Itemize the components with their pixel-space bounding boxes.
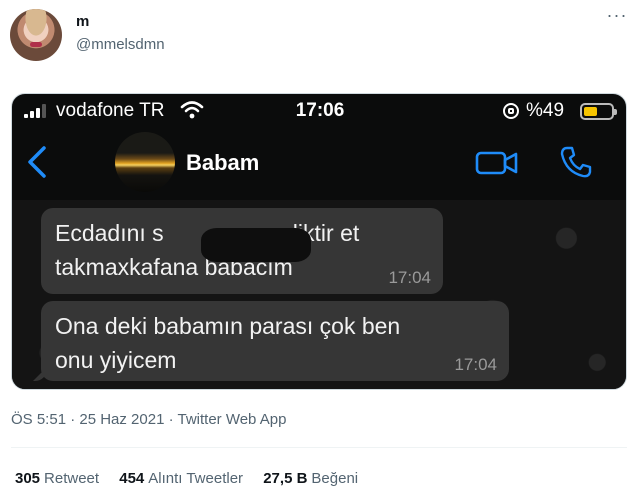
attached-image[interactable]: vodafone TR 17:06 %49 Babam Ecdadını s o…	[11, 93, 627, 390]
message-text-line: onu yiyicem	[55, 347, 177, 373]
avatar[interactable]	[10, 9, 62, 61]
back-chevron-icon[interactable]	[22, 144, 52, 180]
contact-name[interactable]: Babam	[186, 150, 259, 176]
battery-fill	[584, 107, 597, 116]
orientation-lock-icon	[503, 103, 519, 119]
more-options-icon[interactable]: ···	[606, 6, 628, 28]
message-time: 17:04	[454, 355, 497, 374]
divider	[11, 447, 627, 448]
censor-blot	[201, 228, 311, 262]
message-bubble[interactable]: Ona deki babamın parası çok ben onu yiyi…	[41, 301, 509, 381]
stat-count: 454	[119, 470, 145, 487]
message-time: 17:04	[388, 268, 431, 287]
like-count[interactable]: 27,5 B Beğeni	[263, 470, 358, 487]
tweet-timestamp[interactable]: ÖS 5:51 · 25 Haz 2021 · Twitter Web App	[11, 411, 286, 428]
contact-avatar[interactable]	[115, 132, 175, 192]
display-name[interactable]: m	[76, 13, 89, 30]
user-handle[interactable]: @mmelsdmn	[76, 36, 165, 53]
chat-header: Babam	[12, 128, 626, 200]
battery-icon	[580, 103, 617, 120]
avatar-hair	[10, 9, 62, 61]
stat-label: Beğeni	[311, 470, 359, 487]
tweet-stats: 305 Retweet 454 Alıntı Tweetler 27,5 B Beğe…	[15, 470, 374, 487]
avatar-lips	[30, 42, 42, 47]
quote-tweet-count[interactable]: 454 Alıntı Tweetler	[119, 470, 243, 487]
video-call-icon[interactable]	[475, 148, 519, 178]
phone-status-bar: vodafone TR 17:06 %49	[12, 94, 626, 128]
retweet-count[interactable]: 305 Retweet	[15, 470, 99, 487]
stat-count: 27,5 B	[263, 470, 308, 487]
message-bubble[interactable]: Ecdadını s onun diktir et takmaxkafana b…	[41, 208, 443, 294]
stat-label: Alıntı Tweetler	[148, 470, 244, 487]
stat-count: 305	[15, 470, 41, 487]
message-text-line: Ona deki babamın parası çok ben	[55, 313, 401, 339]
phone-icon[interactable]	[558, 144, 594, 180]
tweet-header: m @mmelsdmn ···	[0, 0, 635, 80]
battery-percent: %49	[526, 100, 565, 121]
stat-label: Retweet	[44, 470, 100, 487]
